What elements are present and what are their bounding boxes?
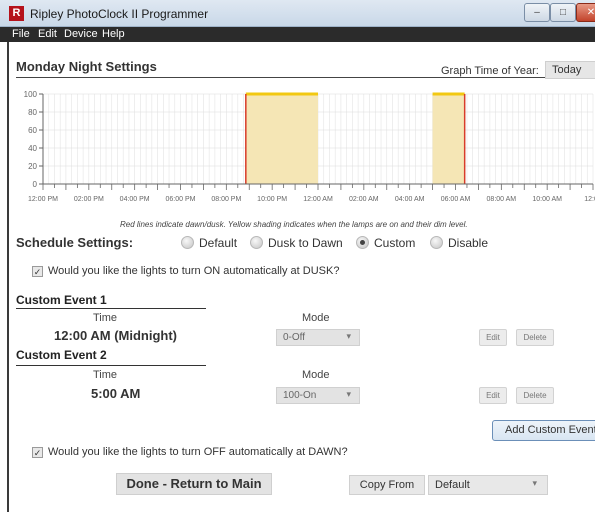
event-1-time-header: Time [93,312,118,324]
chart-caption: Red lines indicate dawn/dusk. Yellow sha… [120,220,468,229]
y-tick-label: 60 [28,126,37,135]
y-tick-label: 20 [28,162,37,171]
copy-from-button[interactable]: Copy From [349,475,425,495]
y-tick-label: 80 [28,108,37,117]
window-title: Ripley PhotoClock II Programmer [30,7,209,21]
chevron-down-icon: ▾ [346,389,351,399]
x-tick-label: 02:00 PM [74,196,104,203]
radio-default-dot[interactable] [181,236,194,249]
x-tick-label: 06:00 PM [166,196,196,203]
radio-custom-dot[interactable] [356,236,369,249]
menu-help[interactable]: Help [102,28,125,40]
menu-file[interactable]: File [12,28,30,40]
title-bar: R Ripley PhotoClock II Programmer – □ ✕ [0,0,595,27]
event-2-title: Custom Event 2 [16,348,107,362]
left-border [7,42,9,512]
event-1-mode-header: Mode [302,312,330,324]
radio-dusk-to-dawn-label: Dusk to Dawn [268,236,343,250]
event-1-mode-value: 0-Off [283,332,306,343]
event-1-edit-button[interactable]: Edit [479,329,507,346]
lamp-on-shading [432,94,465,184]
y-tick-label: 40 [28,144,37,153]
maximize-button[interactable]: □ [550,3,576,22]
x-tick-label: 06:00 AM [441,196,471,203]
menu-edit[interactable]: Edit [38,28,57,40]
x-tick-label: 02:00 AM [349,196,379,203]
dusk-checkbox[interactable]: ✓ [32,266,43,277]
app-logo-icon: R [9,6,24,21]
dawn-checkbox[interactable]: ✓ [32,447,43,458]
menu-bar: File Edit Device Help [0,27,595,42]
x-tick-label: 08:00 AM [487,196,517,203]
event-1-delete-button[interactable]: Delete [516,329,554,346]
dusk-question-label: Would you like the lights to turn ON aut… [48,265,340,277]
x-tick-label: 10:00 PM [257,196,287,203]
minimize-icon: – [534,7,540,18]
y-tick-label: 100 [24,90,38,99]
title-divider [16,77,595,78]
event-2-mode-header: Mode [302,369,330,381]
x-tick-label: 08:00 PM [211,196,241,203]
radio-default-label: Default [199,236,238,250]
event-2-mode-select[interactable]: 100-On ▾ [276,387,360,404]
menu-device[interactable]: Device [64,28,98,40]
radio-custom-label: Custom [374,236,416,250]
event-2-time: 5:00 AM [91,386,141,401]
done-return-button[interactable]: Done - Return to Main [116,473,272,495]
graph-time-select[interactable]: Today [545,61,595,79]
event-1-mode-select[interactable]: 0-Off ▾ [276,329,360,346]
copy-from-value: Default [435,479,470,491]
copy-from-select[interactable]: Default ▾ [428,475,548,495]
x-tick-label: 04:00 AM [395,196,425,203]
event-1-title: Custom Event 1 [16,293,107,307]
chevron-down-icon: ▾ [346,331,351,341]
event-2-delete-button[interactable]: Delete [516,387,554,404]
close-button[interactable]: ✕ [576,3,595,22]
lamp-schedule-chart: 100 80 60 40 20 0 12:00 PM 02:00 PM 04:00 PM 06:0… [13,86,595,218]
radio-disable-label: Disable [448,236,489,250]
x-tick-label: 12:00 AM [303,196,333,203]
schedule-settings-label: Schedule Settings: [16,235,134,250]
page-title: Monday Night Settings [16,59,157,74]
add-custom-event-button[interactable]: Add Custom Event [492,420,595,441]
x-tick-label: 10:00 AM [532,196,562,203]
event-2-mode-value: 100-On [283,390,317,401]
radio-disable-dot[interactable] [430,236,443,249]
chevron-down-icon: ▾ [532,478,537,488]
dawn-question-label: Would you like the lights to turn OFF au… [48,446,348,458]
minimize-button[interactable]: – [524,3,550,22]
close-icon: ✕ [586,7,595,18]
event-2-divider [16,365,206,366]
maximize-icon: □ [559,7,567,18]
event-2-edit-button[interactable]: Edit [479,387,507,404]
radio-dusk-to-dawn-dot[interactable] [250,236,263,249]
event-1-time: 12:00 AM (Midnight) [54,328,178,343]
x-tick-label: 04:00 PM [120,196,150,203]
x-tick-label: 12:00 [584,196,595,203]
event-1-divider [16,308,206,309]
graph-time-label: Graph Time of Year: [441,65,539,77]
lamp-on-shading [245,94,318,184]
x-tick-label: 12:00 PM [28,196,58,203]
chart-svg: 100 80 60 40 20 0 12:00 PM 02:00 PM 04:00 PM 06:0… [24,90,595,203]
event-2-time-header: Time [93,369,118,381]
y-tick-label: 0 [33,180,38,189]
